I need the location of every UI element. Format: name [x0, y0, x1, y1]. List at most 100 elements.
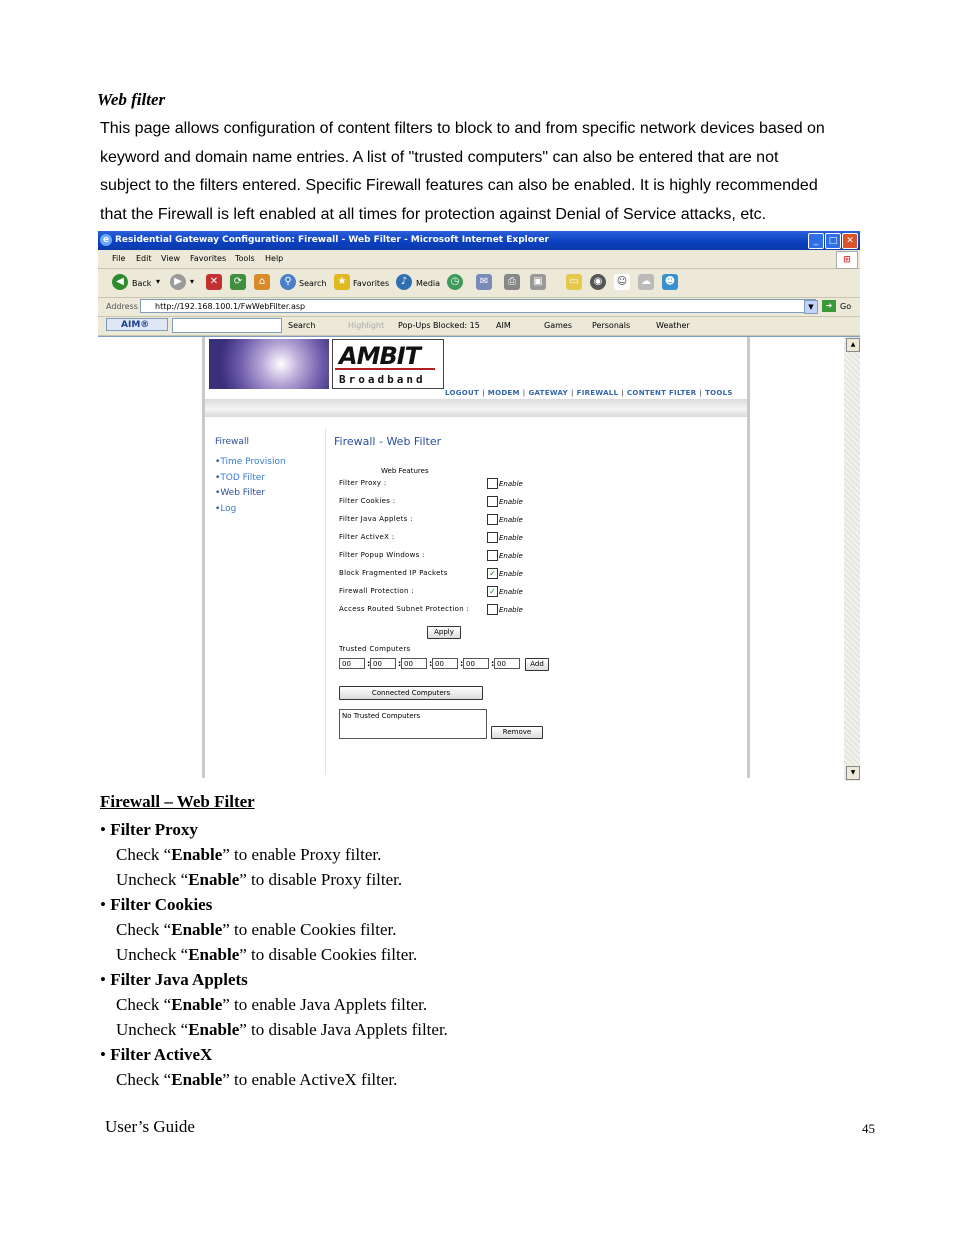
feature-enable-checkbox[interactable]	[487, 514, 498, 525]
media-button[interactable]: Media	[416, 279, 440, 288]
intro-paragraph: This page allows configuration of conten…	[100, 115, 880, 229]
maximize-button[interactable]: □	[825, 233, 841, 249]
instruction-post: ” to disable Cookies filter.	[239, 945, 418, 964]
remove-button[interactable]: Remove	[491, 726, 543, 739]
menu-favorites[interactable]: Favorites	[190, 254, 226, 263]
trusted-computers-label: Trusted Computers	[339, 645, 411, 653]
chevron-down-icon[interactable]: ▼	[804, 300, 818, 314]
logo-subtitle: Broadband	[339, 373, 426, 386]
mac-octet-input[interactable]: 00	[401, 658, 427, 669]
games-button[interactable]: Games	[544, 321, 572, 330]
messenger-icon[interactable]: ☁	[638, 274, 654, 290]
back-button[interactable]: Back	[132, 279, 151, 288]
chevron-down-icon[interactable]: ▾	[190, 277, 194, 286]
mail-icon[interactable]: ✉	[476, 274, 492, 290]
edit-icon[interactable]: ▣	[530, 274, 546, 290]
chevron-down-icon[interactable]: ▾	[156, 277, 160, 286]
mac-octet-input[interactable]: 00	[494, 658, 520, 669]
instruction-pre: Check “	[116, 995, 172, 1014]
feature-enable-checkbox[interactable]	[487, 604, 498, 615]
aim-button[interactable]: AIM®	[106, 318, 168, 331]
aim-search-button[interactable]: Search	[288, 321, 315, 330]
instruction-bold: Enable	[188, 1020, 240, 1039]
refresh-icon[interactable]: ⟳	[230, 274, 246, 290]
mac-octet-input[interactable]: 00	[432, 658, 458, 669]
highlight-button[interactable]: Highlight	[348, 321, 384, 330]
popups-blocked-indicator[interactable]: Pop-Ups Blocked: 15	[398, 321, 480, 330]
enable-label: Enable	[499, 552, 523, 560]
feature-label: Access Routed Subnet Protection :	[339, 605, 470, 613]
magnifier-icon[interactable]: ⚲	[280, 274, 296, 290]
home-icon[interactable]: ⌂	[254, 274, 270, 290]
vertical-scrollbar[interactable]: ▲ ▼	[844, 337, 860, 781]
buddies-icon[interactable]: ☻	[662, 274, 678, 290]
printer-icon[interactable]: ⎙	[504, 274, 520, 290]
star-icon[interactable]: ★	[334, 274, 350, 290]
menu-view[interactable]: View	[161, 254, 180, 263]
router-config-page: AMBIT Broadband LOGOUT | MODEM | GATEWAY | FIR…	[202, 337, 750, 778]
sidebar-item-label: Web Filter	[220, 488, 266, 498]
menu-help[interactable]: Help	[265, 254, 283, 263]
sidebar-item-time-provision[interactable]: •Time Provision	[215, 457, 286, 467]
sidebar-item-web-filter[interactable]: •Web Filter	[215, 488, 265, 498]
media-icon[interactable]: ♪	[396, 274, 412, 290]
instruction-pre: Check “	[116, 920, 172, 939]
forward-arrow-icon[interactable]: ▶	[170, 274, 186, 290]
aim-search-input[interactable]	[172, 318, 282, 333]
menu-tools[interactable]: Tools	[235, 254, 255, 263]
mac-octet-input[interactable]: 00	[370, 658, 396, 669]
globe-banner-image	[209, 339, 329, 389]
add-button[interactable]: Add	[525, 658, 549, 671]
nav-gateway[interactable]: GATEWAY	[528, 389, 568, 397]
feature-enable-checkbox[interactable]: ✓	[487, 568, 498, 579]
stop-icon[interactable]: ✕	[206, 274, 222, 290]
minimize-button[interactable]: _	[808, 233, 824, 249]
go-button[interactable]: Go	[840, 302, 851, 311]
nav-firewall[interactable]: FIREWALL	[577, 389, 619, 397]
close-button[interactable]: ✕	[842, 233, 858, 249]
feature-enable-checkbox[interactable]: ✓	[487, 586, 498, 597]
people-icon[interactable]: ☺	[614, 274, 630, 290]
intro-line: that the Firewall is left enabled at all…	[100, 205, 767, 223]
nav-modem[interactable]: MODEM	[488, 389, 520, 397]
menu-file[interactable]: File	[112, 254, 125, 263]
menu-edit[interactable]: Edit	[136, 254, 152, 263]
search-button[interactable]: Search	[299, 279, 326, 288]
mac-octet-input[interactable]: 00	[339, 658, 365, 669]
nav-tools[interactable]: TOOLS	[705, 389, 733, 397]
nav-logout[interactable]: LOGOUT	[445, 389, 479, 397]
page-viewport: AMBIT Broadband LOGOUT | MODEM | GATEWAY | FIR…	[98, 336, 860, 781]
instruction-line: Check “Enable” to enable Java Applets fi…	[100, 992, 860, 1017]
feature-enable-checkbox[interactable]	[487, 550, 498, 561]
scroll-down-icon[interactable]: ▼	[846, 766, 860, 780]
bullet-title-text: Filter Proxy	[110, 820, 198, 839]
sidebar-item-label: TOD Filter	[220, 473, 265, 483]
feature-bullet-title: • Filter Proxy	[100, 817, 860, 842]
aim-menu[interactable]: AIM	[496, 321, 511, 330]
scroll-up-icon[interactable]: ▲	[846, 338, 860, 352]
instruction-line: Check “Enable” to enable Proxy filter.	[100, 842, 860, 867]
title-bar: e Residential Gateway Configuration: Fir…	[98, 231, 860, 250]
intro-line: keyword and domain name entries. A list …	[100, 148, 779, 166]
sidebar-item-tod-filter[interactable]: •TOD Filter	[215, 473, 265, 483]
feature-label: Filter Java Applets :	[339, 515, 413, 523]
trusted-computers-list[interactable]: No Trusted Computers	[339, 709, 487, 739]
favorites-button[interactable]: Favorites	[353, 279, 389, 288]
connected-computers-button[interactable]: Connected Computers	[339, 686, 483, 700]
feature-enable-checkbox[interactable]	[487, 478, 498, 489]
feature-enable-checkbox[interactable]	[487, 532, 498, 543]
personals-menu[interactable]: Personals	[592, 321, 630, 330]
sidebar-item-log[interactable]: •Log	[215, 504, 236, 514]
top-navigation: LOGOUT | MODEM | GATEWAY | FIREWALL | CONTENT FI…	[445, 389, 733, 397]
feature-enable-checkbox[interactable]	[487, 496, 498, 507]
mac-octet-input[interactable]: 00	[463, 658, 489, 669]
research-icon[interactable]: ◉	[590, 274, 606, 290]
folder-icon[interactable]: ▭	[566, 274, 582, 290]
back-arrow-icon[interactable]: ◀	[112, 274, 128, 290]
address-input[interactable]: http://192.168.100.1/FwWebFilter.asp	[140, 299, 816, 313]
weather-button[interactable]: Weather	[656, 321, 690, 330]
history-icon[interactable]: ◷	[447, 274, 463, 290]
nav-content-filter[interactable]: CONTENT FILTER	[627, 389, 696, 397]
go-arrow-icon[interactable]: ➜	[822, 300, 836, 312]
apply-button[interactable]: Apply	[427, 626, 461, 639]
